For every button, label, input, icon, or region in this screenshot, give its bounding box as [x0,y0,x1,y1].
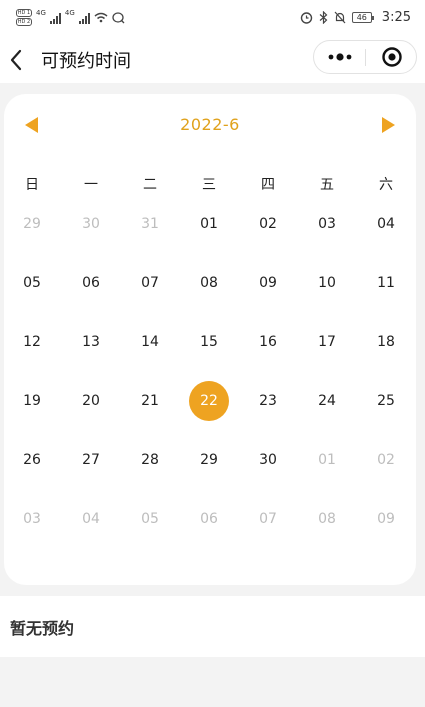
calendar-day[interactable]: 10 [306,262,348,304]
calendar-day[interactable]: 08 [188,262,230,304]
calendar-day[interactable]: 23 [247,380,289,422]
calendar-day[interactable]: 11 [365,262,407,304]
calendar-day[interactable]: 04 [70,498,112,540]
calendar-day[interactable]: 26 [11,439,53,481]
weekday-label: 五 [320,177,334,193]
alarm-icon [300,12,312,24]
calendar-day[interactable]: 30 [247,439,289,481]
weekday-label: 六 [379,177,393,193]
network2-label: 4G [64,9,75,17]
calendar-day[interactable]: 01 [306,439,348,481]
calendar-day[interactable]: 06 [188,498,230,540]
calendar-day[interactable]: 07 [247,498,289,540]
calendar-day[interactable]: 07 [129,262,171,304]
signal2-icon [78,12,90,24]
page-title: 可预约时间 [41,51,131,72]
calendar-day[interactable]: 25 [365,380,407,422]
nav-bar: 可预约时间 [0,36,425,83]
network1-label: 4G [36,9,46,17]
weekday-label: 一 [84,177,98,193]
triangle-right-icon [382,117,395,133]
calendar-day[interactable]: 29 [188,439,230,481]
month-header: 2022-6 [4,94,416,156]
calendar-day[interactable]: 20 [70,380,112,422]
calendar-day[interactable]: 06 [70,262,112,304]
weekday-label: 三 [202,177,216,193]
calendar-day[interactable]: 16 [247,321,289,363]
close-mini-program-button[interactable] [366,41,417,73]
status-bar: HD 1 HD 2 4G 4G 46 3:25 [0,0,425,36]
calendar-day[interactable]: 05 [11,262,53,304]
calendar-day[interactable]: 30 [70,203,112,245]
calendar-day[interactable]: 12 [11,321,53,363]
more-button[interactable] [314,41,365,73]
chevron-left-icon [10,49,22,71]
calendar-day[interactable]: 19 [11,380,53,422]
status-right: 46 3:25 [300,10,411,25]
wifi-icon [94,12,108,23]
calendar-day[interactable]: 18 [365,321,407,363]
next-month-button[interactable] [380,116,396,134]
calendar-card: 2022-6 日 一 二 三 四 五 六 29 30 31 01 02 03 04 05 06 07 08 09 1… [4,94,416,585]
target-circle-icon [382,47,402,67]
signal1-icon [49,12,61,24]
calendar-day[interactable]: 24 [306,380,348,422]
sim-badges: HD 1 HD 2 [16,9,32,26]
weekday-label: 日 [25,177,39,193]
month-label: 2022-6 [180,115,240,134]
mute-bell-icon [334,11,346,24]
more-dots-icon [328,53,352,61]
message-bubble-icon [112,11,125,23]
calendar-day[interactable]: 02 [247,203,289,245]
status-left: HD 1 HD 2 4G 4G [16,9,125,26]
weekday-label: 二 [143,177,157,193]
calendar-day[interactable]: 13 [70,321,112,363]
calendar-day[interactable]: 28 [129,439,171,481]
calendar-day[interactable]: 14 [129,321,171,363]
calendar-day[interactable]: 31 [129,203,171,245]
mini-program-capsule [313,40,417,74]
battery-icon: 46 [351,12,374,23]
calendar-day[interactable]: 09 [247,262,289,304]
calendar-day[interactable]: 03 [11,498,53,540]
weekday-header-row: 日一二三四五六 [4,174,416,198]
calendar-day[interactable]: 04 [365,203,407,245]
empty-appointments-text: 暂无预约 [10,619,75,638]
calendar-day[interactable]: 08 [306,498,348,540]
calendar-day-selected[interactable]: 22 [189,381,229,421]
back-button[interactable] [8,46,36,74]
calendar-day[interactable]: 05 [129,498,171,540]
calendar-day[interactable]: 21 [129,380,171,422]
calendar-day[interactable]: 03 [306,203,348,245]
calendar-day[interactable]: 02 [365,439,407,481]
calendar-day[interactable]: 09 [365,498,407,540]
sim2-badge: HD 2 [16,18,32,26]
calendar-day[interactable]: 29 [11,203,53,245]
bluetooth-icon [319,11,328,24]
calendar-day[interactable]: 27 [70,439,112,481]
calendar-day[interactable]: 01 [188,203,230,245]
calendar-day[interactable]: 17 [306,321,348,363]
weekday-label: 四 [261,177,275,193]
calendar-day[interactable]: 15 [188,321,230,363]
sim1-badge: HD 1 [16,9,32,17]
status-time: 3:25 [381,10,411,25]
